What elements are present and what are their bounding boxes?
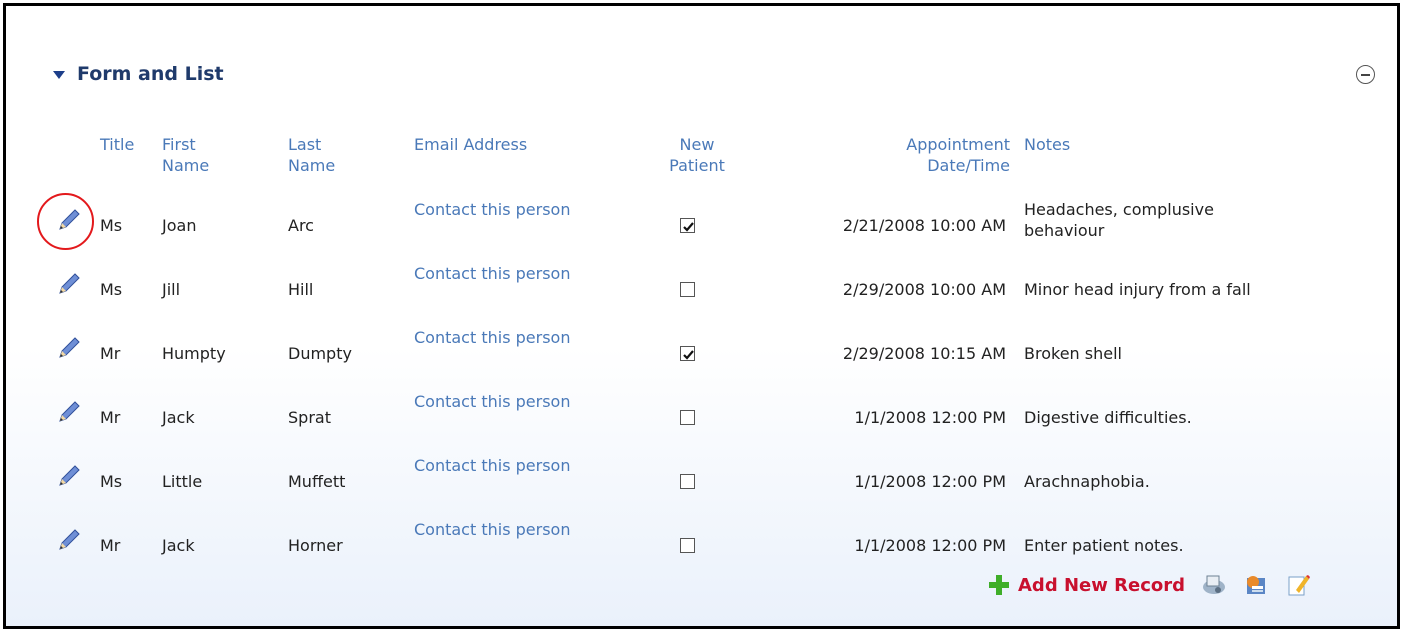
edit-document-icon[interactable] [1285, 572, 1311, 598]
pencil-icon[interactable] [56, 335, 82, 361]
contact-link[interactable]: Contact this person [414, 327, 574, 348]
contact-link[interactable]: Contact this person [414, 519, 574, 540]
collapse-circle-icon[interactable] [1356, 65, 1375, 84]
footer-toolbar: Add New Record [988, 572, 1311, 598]
new-patient-checkbox[interactable] [680, 218, 695, 233]
cell-first-name: Joan [162, 216, 197, 235]
add-new-record-link[interactable]: Add New Record [1018, 575, 1185, 596]
export-icon[interactable] [1243, 572, 1269, 598]
new-patient-checkbox[interactable] [680, 282, 695, 297]
expand-caret-icon[interactable] [53, 71, 65, 79]
new-patient-checkbox[interactable] [680, 410, 695, 425]
printer-icon[interactable] [1201, 572, 1227, 598]
cell-title: Mr [100, 536, 121, 555]
highlight-circle-annotation [37, 193, 94, 250]
cell-appointment: 2/29/2008 10:00 AM [842, 280, 1006, 299]
cell-first-name: Jack [162, 536, 195, 555]
cell-notes: Digestive difficulties. [1024, 408, 1192, 427]
pencil-icon[interactable] [56, 463, 82, 489]
cell-notes: Arachnaphobia. [1024, 472, 1150, 491]
cell-notes: Broken shell [1024, 344, 1122, 363]
column-header-last-name[interactable]: Last Name [288, 134, 358, 176]
cell-first-name: Humpty [162, 344, 226, 363]
pencil-icon[interactable] [56, 399, 82, 425]
cell-title: Ms [100, 216, 123, 235]
column-header-title[interactable]: Title [100, 134, 134, 155]
cell-title: Mr [100, 344, 121, 363]
column-header-notes[interactable]: Notes [1024, 134, 1070, 155]
contact-link[interactable]: Contact this person [414, 199, 574, 220]
panel-header[interactable]: Form and List [53, 63, 224, 85]
cell-title: Ms [100, 472, 123, 491]
cell-last-name: Dumpty [288, 344, 352, 363]
column-header-appointment[interactable]: Appointment Date/Time [870, 134, 1010, 176]
cell-title: Mr [100, 408, 121, 427]
cell-last-name: Sprat [288, 408, 331, 427]
cell-notes: Minor head injury from a fall [1024, 280, 1251, 299]
pencil-icon[interactable] [56, 271, 82, 297]
new-patient-checkbox[interactable] [680, 346, 695, 361]
cell-last-name: Arc [288, 216, 314, 235]
panel-title: Form and List [77, 63, 224, 85]
cell-appointment: 1/1/2008 12:00 PM [854, 408, 1006, 427]
cell-first-name: Jack [162, 408, 195, 427]
cell-last-name: Horner [288, 536, 343, 555]
cell-notes: Enter patient notes. [1024, 536, 1184, 555]
new-patient-checkbox[interactable] [680, 474, 695, 489]
contact-link[interactable]: Contact this person [414, 263, 574, 284]
cell-title: Ms [100, 280, 123, 299]
cell-first-name: Little [162, 472, 203, 491]
new-patient-checkbox[interactable] [680, 538, 695, 553]
cell-first-name: Jill [162, 280, 181, 299]
add-plus-icon[interactable] [988, 574, 1010, 596]
cell-appointment: 1/1/2008 12:00 PM [854, 536, 1006, 555]
contact-link[interactable]: Contact this person [414, 455, 574, 476]
cell-last-name: Muffett [288, 472, 346, 491]
column-header-first-name[interactable]: First Name [162, 134, 232, 176]
cell-notes: Headaches, complusive behaviour [1024, 200, 1214, 240]
column-header-email[interactable]: Email Address [414, 134, 527, 155]
cell-appointment: 2/29/2008 10:15 AM [842, 344, 1006, 363]
pencil-icon[interactable] [56, 527, 82, 553]
form-and-list-panel: Form and List Title First Name Last Name… [3, 3, 1400, 629]
contact-link[interactable]: Contact this person [414, 391, 574, 412]
cell-appointment: 2/21/2008 10:00 AM [842, 216, 1006, 235]
cell-appointment: 1/1/2008 12:00 PM [854, 472, 1006, 491]
cell-last-name: Hill [288, 280, 314, 299]
column-header-new-patient[interactable]: New Patient [662, 134, 732, 176]
